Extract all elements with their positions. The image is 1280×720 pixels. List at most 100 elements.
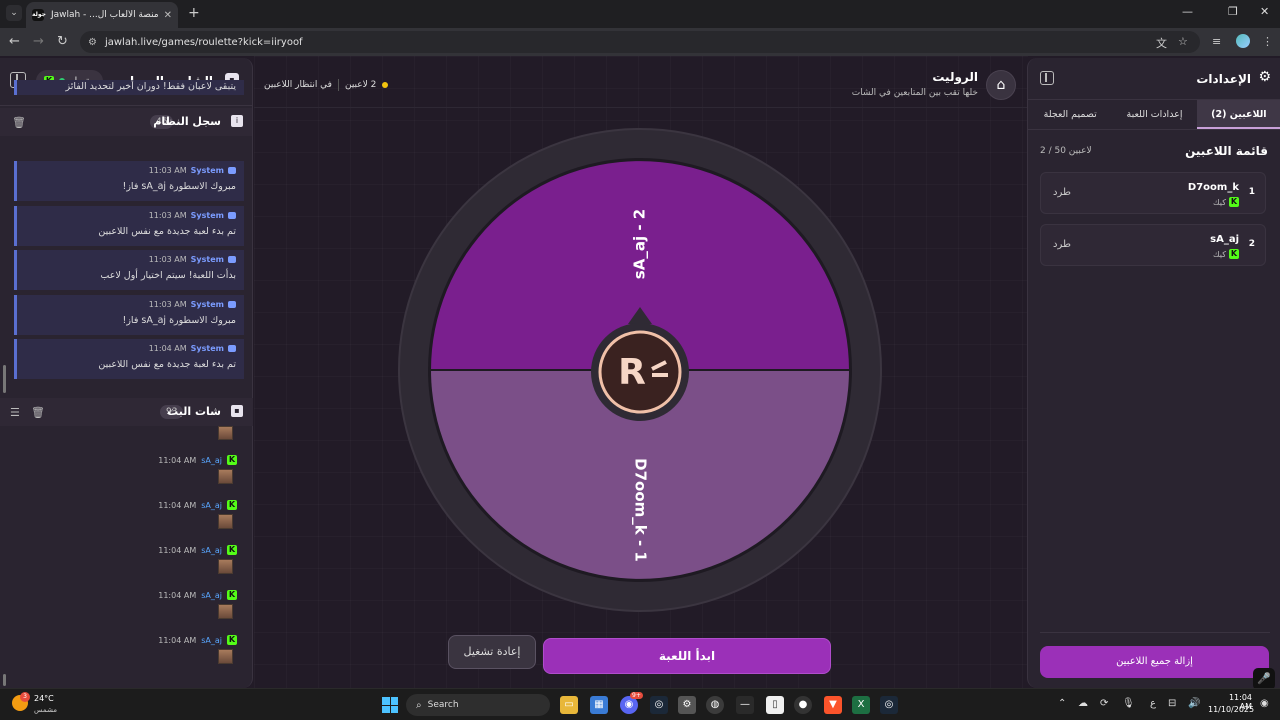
system-message-partial: يتبقى لاعبان فقط! دوران أخير لتحديد الفا… xyxy=(14,80,244,95)
weather-notification-badge: 3 xyxy=(20,692,30,702)
browser-toolbar: ← → ↻ ⚙ jawlah.live/games/roulette?kick=… xyxy=(0,28,1280,56)
file-explorer-icon[interactable]: ▭ xyxy=(560,696,578,714)
kick-player-button[interactable]: طرد xyxy=(1053,239,1071,250)
steam-icon-2[interactable]: ◎ xyxy=(880,696,898,714)
kick-logo-icon: K xyxy=(227,590,237,600)
stream-chat-header: ☰ 🗑 93 شات البث ▪ xyxy=(0,398,253,426)
reload-icon[interactable]: ↻ xyxy=(57,34,68,49)
clear-chat-trash-icon[interactable]: 🗑 xyxy=(31,406,45,419)
notepad-icon[interactable]: ▯ xyxy=(766,696,784,714)
tab-wheel-design[interactable]: تصميم العجلة xyxy=(1028,100,1112,129)
steam-icon[interactable]: ◎ xyxy=(650,696,668,714)
chrome-icon[interactable]: ◍ xyxy=(706,696,724,714)
kick-player-button[interactable]: طرد xyxy=(1053,187,1071,198)
new-tab-plus-icon[interactable]: + xyxy=(188,5,200,21)
volume-icon[interactable]: 🔊 xyxy=(1188,698,1200,709)
browser-tab[interactable]: جولة منصة الألعاب ال... - Jawlah | جولة … xyxy=(26,2,178,28)
player-name: sA_aj xyxy=(1210,234,1239,245)
reset-button[interactable]: إعادة تشغيل xyxy=(448,635,536,669)
brave-icon[interactable]: ▼ xyxy=(824,696,842,714)
chat-filter-icon[interactable]: ☰ xyxy=(10,406,20,419)
player-number: 2 xyxy=(1248,239,1255,249)
reading-list-icon[interactable]: ≡ xyxy=(1212,35,1221,48)
microsoft-store-icon[interactable]: ▦ xyxy=(590,696,608,714)
game-status: 2 لاعبين في انتظار اللاعبين xyxy=(264,79,389,91)
back-icon[interactable]: ← xyxy=(9,34,20,49)
network-icon[interactable]: ⊟ xyxy=(1168,698,1176,709)
game-header: ⌂ الروليت خلها تقب بين المتابعين في الشا… xyxy=(254,62,1028,108)
gear-icon: ⚙ xyxy=(1258,69,1271,85)
excel-icon[interactable]: X xyxy=(852,696,870,714)
chat-username[interactable]: sA_aj xyxy=(201,636,222,645)
bookmark-star-icon[interactable]: ☆ xyxy=(1178,35,1188,48)
roulette-wheel[interactable]: sA_aj - 2 D7oom_k - 1 R xyxy=(254,108,1028,632)
close-window-icon[interactable]: ✕ xyxy=(1260,5,1269,18)
system-icon xyxy=(228,300,236,308)
onedrive-cloud-icon[interactable]: ☁ xyxy=(1078,698,1088,709)
waiting-status-label: في انتظار اللاعبين xyxy=(264,80,332,90)
message-time: 11:04 AM xyxy=(158,455,197,465)
weather-temperature: 24°C xyxy=(34,694,54,703)
start-game-button[interactable]: ابدأ اللعبة xyxy=(543,638,831,674)
kebab-menu-icon[interactable]: ⋮ xyxy=(1262,35,1273,48)
sync-icon[interactable]: ⟳ xyxy=(1100,698,1108,709)
message-time: 11:04 AM xyxy=(158,635,197,645)
windows-taskbar: 3 24°C مشمس ⌕ Search ▭ ▦ ◉ 9+ ◎ ⚙ ◍ — ▯ … xyxy=(0,688,1280,720)
remove-all-players-button[interactable]: إزالة جميع اللاعبين xyxy=(1040,646,1269,678)
chat-username[interactable]: sA_aj xyxy=(201,591,222,600)
chat-username[interactable]: sA_aj xyxy=(201,456,222,465)
chat-emote-image xyxy=(218,649,233,664)
tray-chevron-icon[interactable]: ⌃ xyxy=(1058,698,1066,709)
translate-icon[interactable]: 文 xyxy=(1156,35,1167,51)
microphone-tray-icon[interactable]: 🎙 xyxy=(1122,698,1135,709)
weather-condition: مشمس xyxy=(34,706,57,714)
system-message-text: مبروك الاسطورة sA_aj فاز! xyxy=(122,314,236,326)
log-scrollbar[interactable] xyxy=(3,365,6,393)
tab-players[interactable]: اللاعبين (2) xyxy=(1196,100,1280,129)
tab-game-settings[interactable]: إعدادات اللعبة xyxy=(1112,100,1196,129)
forward-icon[interactable]: → xyxy=(33,34,44,49)
address-bar[interactable]: ⚙ jawlah.live/games/roulette?kick=iiryoo… xyxy=(80,31,1200,53)
clock-date[interactable]: 11/10/2025 xyxy=(1208,705,1254,714)
status-divider xyxy=(337,79,339,91)
system-icon xyxy=(228,167,236,174)
system-message-text: تم بدء لعبة جديدة مع نفس اللاعبين xyxy=(98,225,236,237)
chat-username[interactable]: sA_aj xyxy=(201,501,222,510)
minimize-icon[interactable]: — xyxy=(1182,5,1193,18)
microphone-icon[interactable]: 🎤 xyxy=(1253,668,1275,690)
url-text: jawlah.live/games/roulette?kick=iiryoof xyxy=(104,36,303,48)
site-info-icon[interactable]: ⚙ xyxy=(88,37,97,48)
players-list-title: قائمة اللاعبين xyxy=(1185,144,1268,158)
player-source: K كيك xyxy=(1213,197,1239,207)
chat-bubble-icon: ▪ xyxy=(231,405,243,417)
chat-scrollbar[interactable] xyxy=(3,674,6,686)
system-icon xyxy=(228,211,236,219)
chat-username[interactable]: sA_aj xyxy=(201,546,222,555)
windows-start-icon[interactable] xyxy=(382,697,398,713)
profile-avatar[interactable] xyxy=(1236,34,1250,48)
notification-center-icon[interactable]: ◉ xyxy=(1260,698,1269,709)
player-source-label: كيك xyxy=(1213,249,1226,259)
tab-search-menu-icon[interactable]: ⌄ xyxy=(6,5,22,21)
player-count-label: 2 لاعبين xyxy=(344,80,377,90)
system-message-text: تم بدء لعبة جديدة مع نفس اللاعبين xyxy=(98,359,236,370)
collapse-panel-icon[interactable] xyxy=(1040,71,1054,85)
game-title: الروليت xyxy=(932,70,978,84)
obs-icon[interactable]: ● xyxy=(794,696,812,714)
wheel-segment-label-top: sA_aj - 2 xyxy=(631,209,649,279)
system-message-text: بدأت اللعبة! سيتم اختيار أول لاعب xyxy=(100,270,236,281)
kick-logo-icon: K xyxy=(227,455,237,465)
clear-log-trash-icon[interactable]: 🗑 xyxy=(12,116,26,129)
message-sender: System xyxy=(190,299,224,309)
taskbar-search[interactable]: ⌕ Search xyxy=(406,694,550,716)
app-icon[interactable]: — xyxy=(736,696,754,714)
restore-icon[interactable]: ❐ xyxy=(1228,5,1238,18)
close-tab-icon[interactable]: ✕ xyxy=(164,10,172,21)
message-time: 11:04 AM xyxy=(158,500,197,510)
player-number: 1 xyxy=(1248,187,1255,197)
info-icon: i xyxy=(231,115,243,127)
language-indicator[interactable]: ع xyxy=(1150,698,1156,709)
settings-gear-icon[interactable]: ⚙ xyxy=(678,696,696,714)
home-icon[interactable]: ⌂ xyxy=(986,70,1016,100)
system-message: 11:04 AM System تم بدء لعبة جديدة مع نفس … xyxy=(14,339,244,379)
